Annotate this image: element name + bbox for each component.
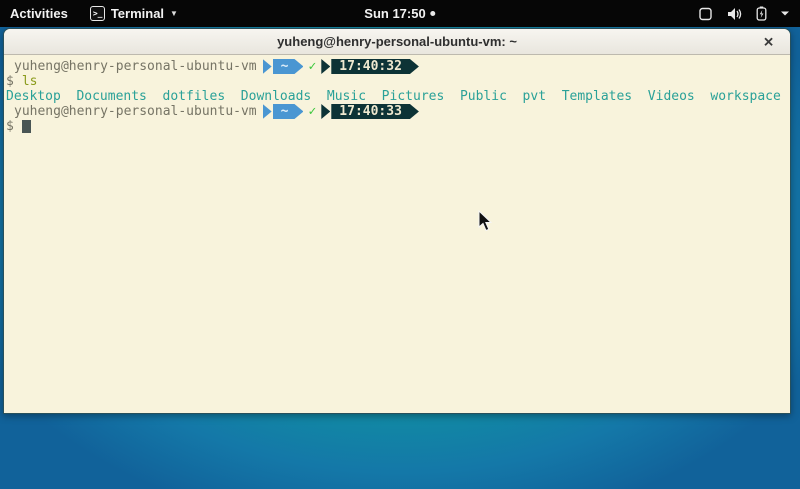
prompt-username: yuheng@henry-personal-ubuntu-vm: [14, 104, 257, 119]
status-check-icon: ✓: [308, 59, 316, 74]
top-bar: Activities >_ Terminal ▼ Sun 17:50: [0, 0, 800, 27]
prompt-dollar: $: [6, 74, 14, 89]
volume-icon: [726, 7, 743, 21]
prompt-dollar: $: [6, 119, 14, 134]
prompt-path-segment: ~: [273, 104, 304, 119]
battery-charging-icon: [756, 6, 767, 21]
powerline-arrow-icon: [263, 59, 272, 74]
terminal-window: yuheng@henry-personal-ubuntu-vm: ~ ✕ yuh…: [3, 28, 791, 414]
prompt-line-1: yuheng@henry-personal-ubuntu-vm ~ ✓ 17:4…: [6, 59, 788, 74]
terminal-cursor: [22, 120, 31, 133]
app-menu-label: Terminal: [111, 6, 164, 21]
window-title: yuheng@henry-personal-ubuntu-vm: ~: [277, 34, 517, 49]
screen: Activities >_ Terminal ▼ Sun 17:50: [0, 0, 800, 489]
powerline-arrow-icon: [263, 104, 272, 119]
prompt-time: 17:40:33: [339, 104, 402, 119]
command-text: ls: [22, 74, 38, 89]
desktop-background: yuheng@henry-personal-ubuntu-vm: ~ ✕ yuh…: [0, 27, 800, 489]
mouse-cursor-icon: [478, 210, 493, 232]
powerline-arrow-icon: [321, 59, 330, 74]
clock-button[interactable]: Sun 17:50: [364, 0, 435, 27]
window-titlebar[interactable]: yuheng@henry-personal-ubuntu-vm: ~ ✕: [4, 29, 790, 55]
terminal-icon: >_: [90, 6, 105, 21]
chevron-down-icon: ▼: [170, 10, 178, 18]
system-menu[interactable]: [698, 0, 792, 27]
chevron-down-icon: [780, 10, 790, 17]
prompt-time-segment: 17:40:32: [331, 59, 419, 74]
activities-button[interactable]: Activities: [10, 6, 68, 21]
input-line: $: [6, 119, 788, 134]
screen-share-icon: [698, 7, 713, 21]
clock-label: Sun 17:50: [364, 6, 425, 21]
prompt-path-segment: ~: [273, 59, 304, 74]
notification-dot-icon: [431, 11, 436, 16]
prompt-path: ~: [281, 104, 289, 119]
prompt-time-segment: 17:40:33: [331, 104, 419, 119]
powerline-arrow-icon: [321, 104, 330, 119]
top-bar-left: Activities >_ Terminal ▼: [0, 6, 178, 21]
app-menu[interactable]: >_ Terminal ▼: [90, 6, 178, 21]
prompt-time: 17:40:32: [339, 59, 402, 74]
close-button[interactable]: ✕: [763, 35, 774, 48]
prompt-path: ~: [281, 59, 289, 74]
prompt-username: yuheng@henry-personal-ubuntu-vm: [14, 59, 257, 74]
status-check-icon: ✓: [308, 104, 316, 119]
terminal-screen[interactable]: yuheng@henry-personal-ubuntu-vm ~ ✓ 17:4…: [4, 55, 790, 413]
prompt-line-2: yuheng@henry-personal-ubuntu-vm ~ ✓ 17:4…: [6, 104, 788, 119]
command-line: $ ls: [6, 74, 788, 89]
directory-listing: Desktop Documents dotfiles Downloads Mus…: [6, 89, 788, 104]
